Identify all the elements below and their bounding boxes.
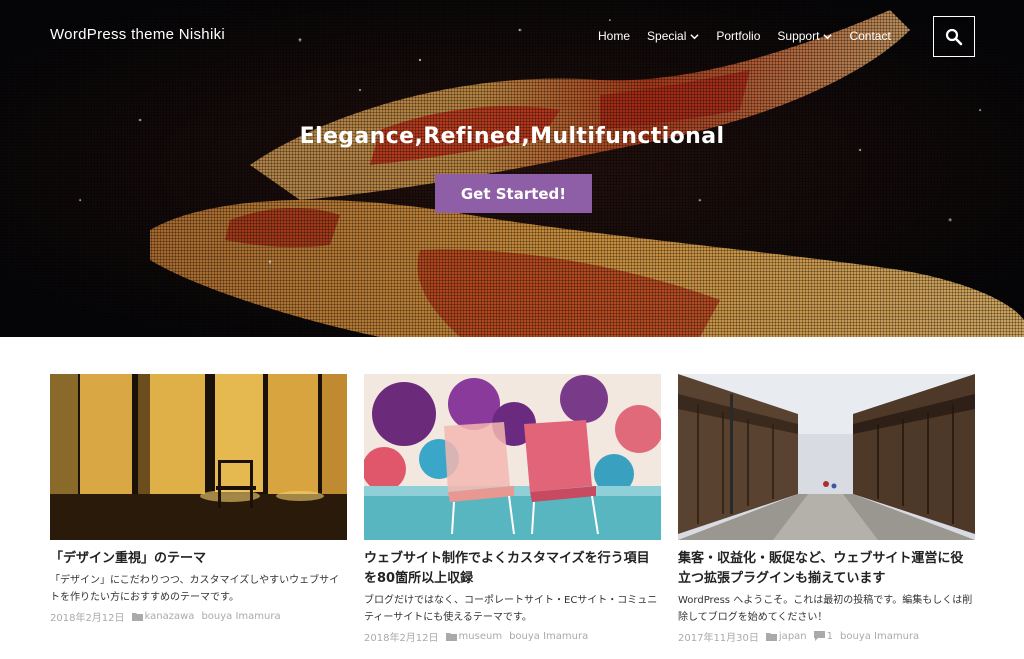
post-card[interactable]: 集客・収益化・販促など、ウェブサイト運営に役立つ拡張プラグインも揃えています W… xyxy=(678,374,975,644)
hero-section: WordPress theme Nishiki Home Special Por… xyxy=(0,0,1024,337)
nav-item-contact[interactable]: Contact xyxy=(849,28,890,44)
post-meta: 2018年2月12日 kanazawa bouya Imamura xyxy=(50,609,347,624)
comment-count: 1 xyxy=(826,631,834,642)
post-thumbnail-street[interactable] xyxy=(678,374,975,540)
nav-item-portfolio[interactable]: Portfolio xyxy=(716,28,760,44)
main-navigation: Home Special Portfolio Support Contact xyxy=(598,28,908,44)
nav-item-home[interactable]: Home xyxy=(598,28,630,44)
nav-item-label: Portfolio xyxy=(716,29,761,43)
post-author[interactable]: bouya Imamura xyxy=(509,631,588,642)
folder-icon xyxy=(765,632,777,641)
post-card[interactable]: 「デザイン重視」のテーマ 「デザイン」にこだわりつつ、カスタマイズしやすいウェブ… xyxy=(50,374,347,624)
post-category[interactable]: kanazawa xyxy=(131,611,195,622)
post-excerpt: 「デザイン」にこだわりつつ、カスタマイズしやすいウェブサイトを作りたい方におすす… xyxy=(50,575,340,603)
post-meta: 2018年2月12日 museum bouya Imamura xyxy=(364,629,661,644)
nav-item-special[interactable]: Special xyxy=(647,28,699,44)
search-button[interactable] xyxy=(933,16,975,57)
get-started-button[interactable]: Get Started! xyxy=(435,174,592,213)
comment-icon xyxy=(813,631,825,641)
category-label: japan xyxy=(778,631,807,642)
chevron-down-icon xyxy=(690,33,699,39)
post-excerpt: WordPress へようこそ。これは最初の投稿です。編集もしくは削除してブログ… xyxy=(678,595,973,623)
post-card[interactable]: ウェブサイト制作でよくカスタマイズを行う項目を80箇所以上収録 ブログだけではな… xyxy=(364,374,661,644)
post-category[interactable]: museum xyxy=(445,631,503,642)
post-comments[interactable]: 1 xyxy=(813,631,834,642)
post-title[interactable]: 「デザイン重視」のテーマ xyxy=(50,549,347,569)
chevron-down-icon xyxy=(823,33,833,39)
post-title[interactable]: 集客・収益化・販促など、ウェブサイト運営に役立つ拡張プラグインも揃えています xyxy=(678,549,975,589)
search-icon xyxy=(945,28,963,45)
site-title[interactable]: WordPress theme Nishiki xyxy=(50,26,225,43)
hero-heading: Elegance,Refined,Multifunctional xyxy=(299,124,725,149)
post-date: 2018年2月12日 xyxy=(364,633,439,644)
nav-item-label: Contact xyxy=(849,29,891,43)
nav-item-label: Home xyxy=(598,29,631,43)
post-date: 2017年11月30日 xyxy=(678,633,759,644)
folder-icon xyxy=(445,632,457,641)
halftone-overlay xyxy=(0,0,1024,337)
post-author[interactable]: bouya Imamura xyxy=(840,631,919,642)
post-meta: 2017年11月30日 japan 1 bouya Imamura xyxy=(678,629,975,644)
folder-icon xyxy=(131,612,143,621)
post-excerpt: ブログだけではなく、コーポレートサイト・ECサイト・コミュニティーサイトにも使え… xyxy=(364,595,658,623)
category-label: kanazawa xyxy=(144,611,195,622)
post-thumbnail-lanterns[interactable] xyxy=(50,374,347,540)
nav-item-label: Support xyxy=(777,29,820,43)
nav-item-support[interactable]: Support xyxy=(777,28,833,44)
post-author[interactable]: bouya Imamura xyxy=(201,611,280,622)
category-label: museum xyxy=(458,631,503,642)
post-title[interactable]: ウェブサイト制作でよくカスタマイズを行う項目を80箇所以上収録 xyxy=(364,549,661,589)
nav-item-label: Special xyxy=(647,29,687,43)
post-category[interactable]: japan xyxy=(765,631,807,642)
post-date: 2018年2月12日 xyxy=(50,613,125,624)
post-thumbnail-chairs[interactable] xyxy=(364,374,661,540)
